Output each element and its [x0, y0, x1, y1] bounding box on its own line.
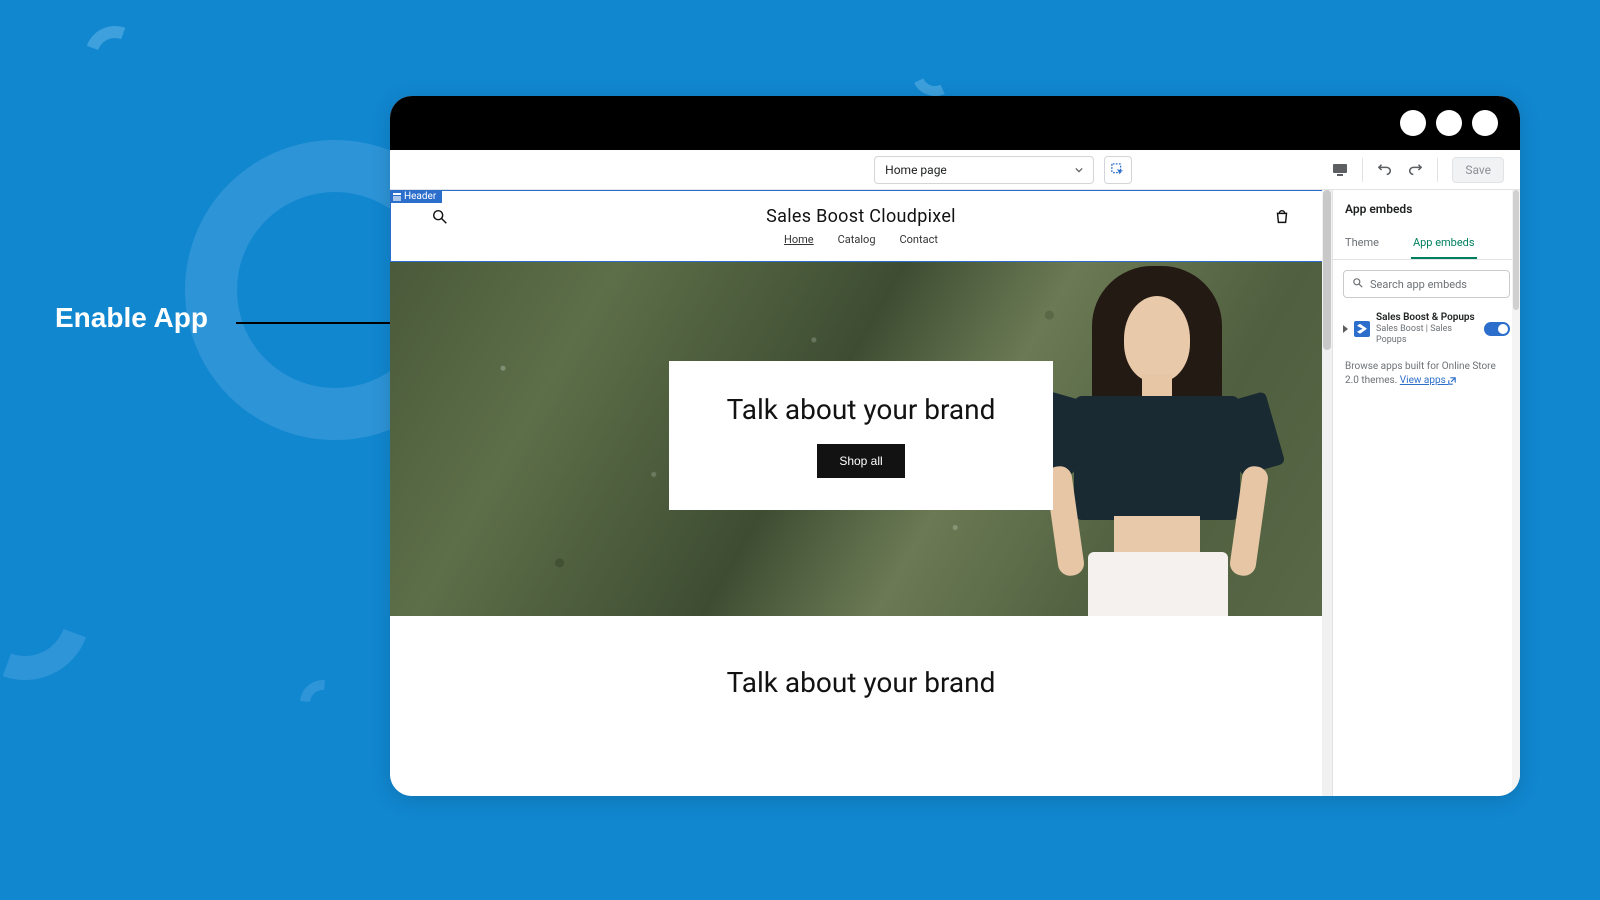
- decorative-arc: [906, 44, 965, 103]
- browser-window: Home page Save: [390, 96, 1520, 796]
- section-heading: Talk about your brand: [390, 616, 1332, 699]
- window-control-dot[interactable]: [1436, 110, 1462, 136]
- sidebar-scrollbar[interactable]: [1512, 190, 1520, 796]
- expand-caret-icon[interactable]: [1343, 325, 1348, 333]
- divider: [1362, 158, 1363, 182]
- nav-home[interactable]: Home: [784, 233, 814, 246]
- section-icon: [392, 192, 402, 202]
- cart-icon[interactable]: [1273, 208, 1291, 226]
- hero-text-card: Talk about your brand Shop all: [669, 361, 1054, 510]
- hero-heading: Talk about your brand: [727, 393, 996, 426]
- desktop-view-icon[interactable]: [1326, 156, 1354, 184]
- decorative-arc: [75, 16, 155, 96]
- tab-app-embeds[interactable]: App embeds: [1411, 228, 1477, 259]
- decorative-arc: [0, 529, 111, 702]
- scrollbar-thumb[interactable]: [1323, 190, 1331, 350]
- browse-apps-text: Browse apps built for Online Store 2.0 t…: [1333, 350, 1520, 398]
- nav-catalog[interactable]: Catalog: [838, 233, 876, 246]
- theme-preview: Header Sales Boost Cloudpixel Home Catal…: [390, 190, 1332, 796]
- app-embed-label: Sales Boost & Popups Sales Boost | Sales…: [1376, 312, 1478, 346]
- chevron-down-icon: [1075, 163, 1083, 177]
- browser-titlebar: [390, 96, 1520, 150]
- undo-button[interactable]: [1371, 156, 1399, 184]
- hero-section[interactable]: Talk about your brand Shop all: [390, 262, 1332, 616]
- editor-topbar: Home page Save: [390, 150, 1520, 190]
- inspector-button[interactable]: [1104, 156, 1132, 184]
- annotation-label: Enable App: [55, 302, 208, 334]
- store-nav: Home Catalog Contact: [784, 233, 938, 246]
- save-button[interactable]: Save: [1452, 157, 1504, 183]
- search-placeholder: Search app embeds: [1370, 278, 1467, 291]
- search-icon: [1352, 277, 1364, 292]
- settings-sidebar: App embeds Theme App embeds Search app e…: [1332, 190, 1520, 796]
- decorative-arc: [291, 671, 356, 736]
- store-header-section[interactable]: Sales Boost Cloudpixel Home Catalog Cont…: [390, 190, 1332, 262]
- section-tag-header[interactable]: Header: [390, 190, 442, 203]
- app-enable-toggle[interactable]: [1484, 322, 1510, 336]
- preview-scrollbar[interactable]: [1322, 190, 1332, 796]
- search-icon[interactable]: [431, 208, 449, 226]
- shop-all-button[interactable]: Shop all: [817, 444, 904, 478]
- view-apps-link[interactable]: View apps: [1400, 375, 1456, 386]
- external-link-icon: [1448, 376, 1456, 384]
- store-title: Sales Boost Cloudpixel: [766, 206, 956, 227]
- page-selector-dropdown[interactable]: Home page: [874, 156, 1094, 184]
- search-input[interactable]: Search app embeds: [1343, 270, 1510, 298]
- window-control-dot[interactable]: [1400, 110, 1426, 136]
- nav-contact[interactable]: Contact: [900, 233, 938, 246]
- sidebar-tabs: Theme App embeds: [1333, 228, 1520, 260]
- scrollbar-thumb[interactable]: [1513, 190, 1519, 310]
- tab-theme[interactable]: Theme: [1343, 228, 1381, 259]
- window-control-dot[interactable]: [1472, 110, 1498, 136]
- redo-button[interactable]: [1401, 156, 1429, 184]
- sidebar-title: App embeds: [1333, 190, 1520, 228]
- page-selector-label: Home page: [885, 163, 947, 177]
- divider: [1437, 158, 1438, 182]
- app-icon: [1354, 321, 1370, 337]
- app-embed-row[interactable]: Sales Boost & Popups Sales Boost | Sales…: [1333, 308, 1520, 350]
